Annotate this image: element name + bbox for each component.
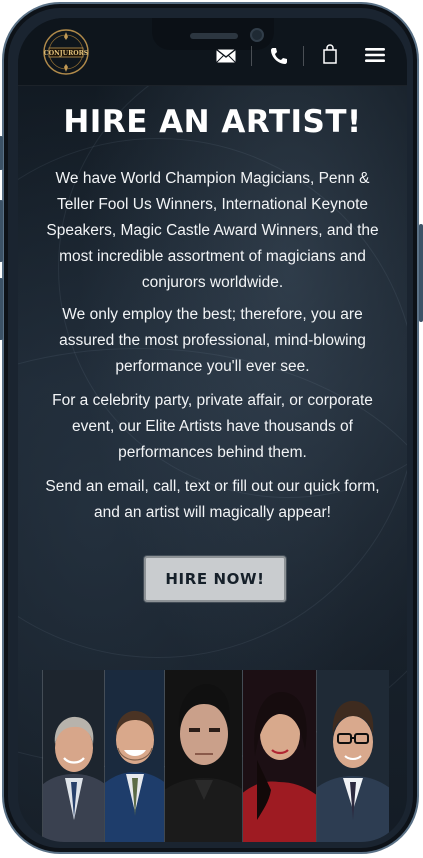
artist-portrait <box>317 670 389 842</box>
conjurors-logo[interactable]: CONJURORS <box>42 28 90 76</box>
shopping-bag-icon[interactable] <box>323 44 337 64</box>
quality-paragraph: We only employ the best; therefore, you … <box>59 306 366 375</box>
artist-photo[interactable] <box>42 670 104 842</box>
artist-photo[interactable] <box>242 670 316 842</box>
artist-portrait <box>165 670 242 842</box>
artist-photo[interactable] <box>104 670 164 842</box>
artists-strip <box>42 670 389 842</box>
artist-portrait <box>105 670 164 842</box>
hamburger-menu-icon[interactable] <box>365 47 385 63</box>
mute-switch <box>0 136 3 170</box>
artist-photo[interactable] <box>164 670 242 842</box>
hire-now-button[interactable]: HIRE NOW! <box>144 556 286 602</box>
logo-emblem-icon: CONJURORS <box>43 29 89 75</box>
front-camera <box>250 28 264 42</box>
svg-text:CONJURORS: CONJURORS <box>44 50 89 57</box>
events-paragraph: For a celebrity party, private affair, o… <box>52 392 373 461</box>
phone-icon[interactable] <box>270 47 288 65</box>
volume-up-button <box>0 200 3 262</box>
envelope-icon[interactable] <box>216 49 236 63</box>
power-button <box>419 224 423 322</box>
phone-frame: CONJURORS HIRE AN ARTIST! We have World … <box>0 2 423 854</box>
header-divider <box>251 46 252 66</box>
intro-paragraph: We have World Champion Magicians, Penn &… <box>46 170 379 291</box>
header-divider <box>303 46 304 66</box>
artist-portrait <box>243 670 316 842</box>
artist-portrait <box>43 670 104 842</box>
contact-paragraph: Send an email, call, text or fill out ou… <box>45 478 380 521</box>
volume-down-button <box>0 278 3 340</box>
artist-photo[interactable] <box>316 670 389 842</box>
screen: CONJURORS HIRE AN ARTIST! We have World … <box>18 18 407 842</box>
earpiece-speaker <box>190 33 238 39</box>
page-title: HIRE AN ARTIST! <box>63 104 362 140</box>
